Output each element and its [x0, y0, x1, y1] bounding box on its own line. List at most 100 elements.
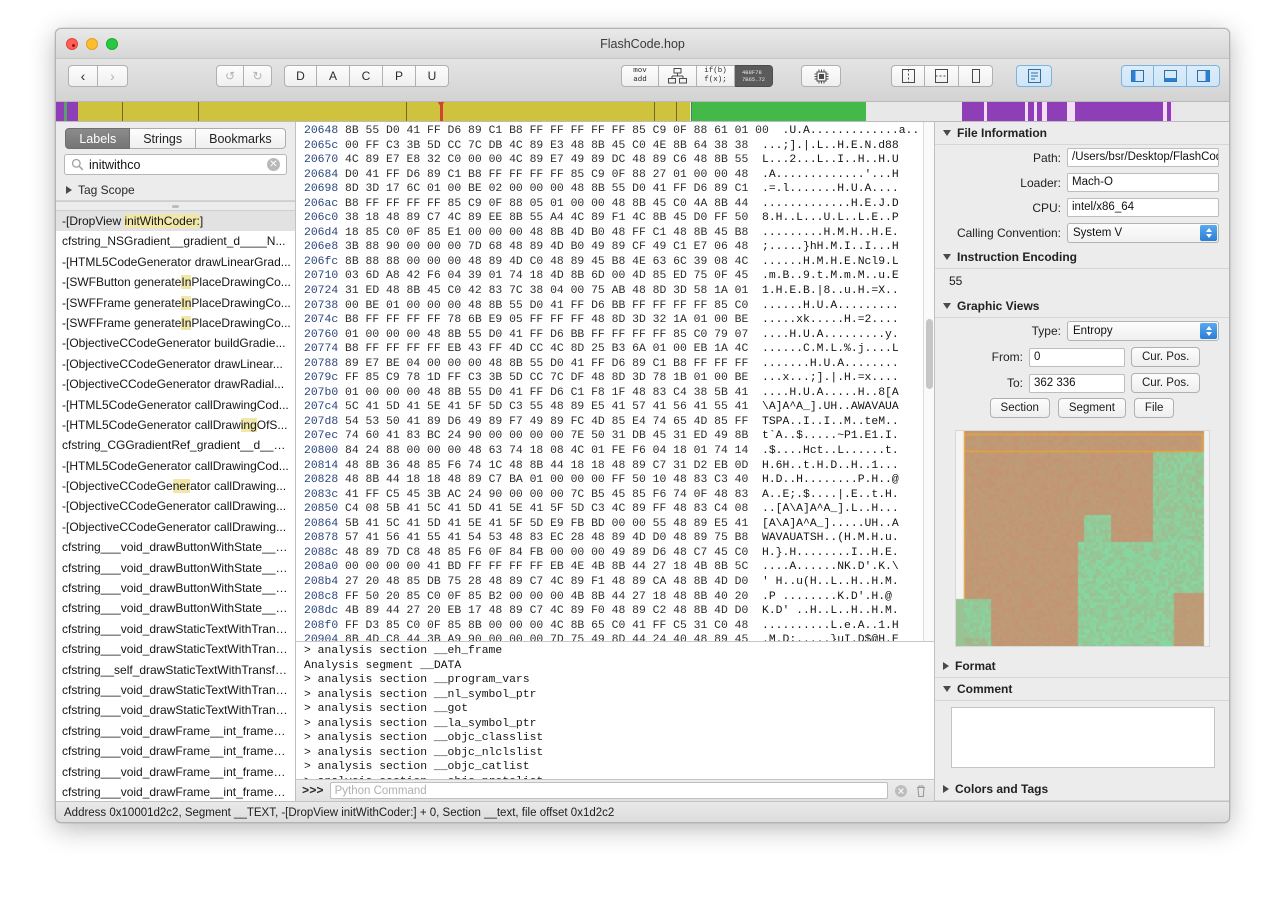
- to-cur-pos-button[interactable]: Cur. Pos.: [1131, 373, 1201, 393]
- list-item[interactable]: -[HTML5CodeGenerator drawLinearGrad...: [56, 252, 295, 272]
- cpu-button[interactable]: [801, 65, 841, 87]
- comment-header[interactable]: Comment: [935, 678, 1229, 702]
- undo-icon[interactable]: ↺: [216, 65, 244, 87]
- hex-row[interactable]: 208a0 00 00 00 00 41 BD FF FF FF FF EB 4…: [304, 560, 934, 575]
- list-item[interactable]: cfstring___void_drawButtonWithState__N..…: [56, 558, 295, 578]
- hex-row[interactable]: 206d4 18 85 C0 0F 85 E1 00 00 00 48 8B 4…: [304, 226, 934, 241]
- strip-segment[interactable]: [67, 102, 78, 121]
- list-item[interactable]: cfstring_CGGradientRef_gradient__d__C...: [56, 435, 295, 455]
- list-item[interactable]: cfstring___void_drawFrame__int_frame_wi.…: [56, 762, 295, 782]
- cpu-value[interactable]: intel/x86_64: [1067, 198, 1219, 217]
- hex-row[interactable]: 208f0 FF D3 85 C0 0F 85 8B 00 00 00 4C 8…: [304, 619, 934, 634]
- file-information-header[interactable]: File Information: [935, 122, 1229, 145]
- hex-row[interactable]: 20904 8B 4D C8 44 3B A9 90 00 00 00 7D 7…: [304, 633, 934, 641]
- clear-console-icon[interactable]: [894, 784, 908, 798]
- list-item[interactable]: -[HTML5CodeGenerator callDrawingCod...: [56, 456, 295, 476]
- view-single-icon[interactable]: [959, 65, 993, 87]
- strip-segment[interactable]: [962, 102, 984, 121]
- list-item[interactable]: -[DropView initWithCoder:]: [56, 211, 295, 232]
- hex-row[interactable]: 207d8 54 53 50 41 89 D6 49 89 F7 49 89 F…: [304, 415, 934, 430]
- hex-scrollbar[interactable]: [923, 122, 934, 641]
- label-list[interactable]: -[DropView initWithCoder:] cfstring_NSGra…: [56, 201, 295, 801]
- format-header[interactable]: Format: [935, 655, 1229, 679]
- list-item[interactable]: cfstring__self_drawStaticTextWithTransfo…: [56, 660, 295, 680]
- mode-button-procedure[interactable]: P: [383, 65, 416, 87]
- instruction-encoding-header[interactable]: Instruction Encoding: [935, 246, 1229, 269]
- mode-button-code[interactable]: C: [350, 65, 383, 87]
- loader-value[interactable]: Mach-O: [1067, 173, 1219, 192]
- graphic-views-header[interactable]: Graphic Views: [935, 295, 1229, 318]
- graphic-to-value[interactable]: 362 336: [1029, 373, 1125, 393]
- tag-scope-disclosure[interactable]: Tag Scope: [56, 180, 295, 201]
- hex-row[interactable]: 2074c B8 FF FF FF FF 78 6B E9 05 FF FF F…: [304, 313, 934, 328]
- list-item[interactable]: cfstring___void_drawButtonWithState__N..…: [56, 578, 295, 598]
- pseudocode-view-button[interactable]: if(b) f(x);: [697, 65, 735, 87]
- list-item[interactable]: cfstring___void_drawButtonWithState__N..…: [56, 537, 295, 557]
- hex-view[interactable]: 20648 8B 55 D0 41 FF D6 89 C1 B8 FF FF F…: [296, 122, 934, 642]
- hex-row[interactable]: 2079c FF 85 C9 78 1D FF C3 3B 5D CC 7C D…: [304, 371, 934, 386]
- hex-row[interactable]: 206e8 3B 88 90 00 00 00 7D 68 48 89 4D B…: [304, 240, 934, 255]
- maximize-button[interactable]: [106, 38, 118, 50]
- list-item[interactable]: -[ObjectiveCCodeGenerator callDrawing...: [56, 476, 295, 496]
- strip-segment[interactable]: [56, 102, 64, 121]
- list-item[interactable]: cfstring___void_drawStaticTextWithTrans.…: [56, 619, 295, 639]
- file-overview-strip[interactable]: [56, 102, 1229, 122]
- strip-segment[interactable]: [1174, 102, 1229, 121]
- cfg-view-button[interactable]: [659, 65, 697, 87]
- hex-row[interactable]: 208c8 FF 50 20 85 C0 0F 85 B2 00 00 00 4…: [304, 590, 934, 605]
- right-pane-toggle-icon[interactable]: [1187, 65, 1220, 87]
- mode-button-undefined[interactable]: U: [416, 65, 449, 87]
- list-item[interactable]: -[ObjectiveCCodeGenerator drawLinear...: [56, 354, 295, 374]
- minimize-button[interactable]: [86, 38, 98, 50]
- hex-row[interactable]: 20760 01 00 00 00 48 8B 55 D0 41 FF D6 B…: [304, 328, 934, 343]
- hex-view-button[interactable]: 4B8F78 7B65.72: [735, 65, 774, 87]
- hex-row[interactable]: 20850 C4 08 5B 41 5C 41 5D 41 5E 41 5F 5…: [304, 502, 934, 517]
- colors-and-tags-header[interactable]: Colors and Tags: [935, 778, 1229, 801]
- redo-icon[interactable]: ↻: [244, 65, 272, 87]
- path-value[interactable]: /Users/bsr/Desktop/FlashCode.app/: [1067, 148, 1219, 167]
- hex-row[interactable]: 2088c 48 89 7D C8 48 85 F6 0F 84 FB 00 0…: [304, 546, 934, 561]
- from-cur-pos-button[interactable]: Cur. Pos.: [1131, 347, 1201, 367]
- hex-row[interactable]: 20670 4C 89 E7 E8 32 C0 00 00 4C 89 E7 4…: [304, 153, 934, 168]
- hex-row[interactable]: 20774 B8 FF FF FF FF EB 43 FF 4D CC 4C 8…: [304, 342, 934, 357]
- command-field[interactable]: [329, 782, 888, 799]
- entropy-graphic[interactable]: [955, 430, 1210, 648]
- comment-textarea[interactable]: [951, 707, 1215, 768]
- hex-row[interactable]: 206c0 38 18 48 89 C7 4C 89 EE 8B 55 A4 4…: [304, 211, 934, 226]
- strip-segment[interactable]: [692, 102, 866, 121]
- view-split-horizontal-icon[interactable]: [925, 65, 959, 87]
- list-item[interactable]: cfstring___void_drawFrame__int_frame_wi.…: [56, 741, 295, 761]
- hex-row[interactable]: 206fc 8B 88 88 00 00 00 48 89 4D C0 48 8…: [304, 255, 934, 270]
- hex-row[interactable]: 20710 03 6D A8 42 F6 04 39 01 74 18 4D 8…: [304, 269, 934, 284]
- list-item[interactable]: -[ObjectiveCCodeGenerator callDrawing...: [56, 517, 295, 537]
- search-input[interactable]: [84, 157, 267, 172]
- view-split-vertical-icon[interactable]: [891, 65, 925, 87]
- list-resize-grip[interactable]: [56, 202, 295, 211]
- tab-bookmarks[interactable]: Bookmarks: [196, 128, 286, 149]
- hex-row[interactable]: 20788 89 E7 BE 04 00 00 00 48 8B 55 D0 4…: [304, 357, 934, 372]
- list-item[interactable]: -[ObjectiveCCodeGenerator buildGradie...: [56, 333, 295, 353]
- list-item[interactable]: -[SWFButton generateInPlaceDrawingCo...: [56, 272, 295, 292]
- hex-row[interactable]: 2065c 00 FF C3 3B 5D CC 7C DB 4C 89 E3 4…: [304, 139, 934, 154]
- graphic-type-select[interactable]: Entropy: [1067, 321, 1219, 341]
- forward-button[interactable]: ›: [98, 65, 128, 87]
- bottom-pane-toggle-icon[interactable]: [1154, 65, 1187, 87]
- hex-row[interactable]: 207b0 01 00 00 00 48 8B 55 D0 41 FF D6 C…: [304, 386, 934, 401]
- scope-section-button[interactable]: Section: [989, 398, 1050, 418]
- list-item[interactable]: -[HTML5CodeGenerator callDrawingOfS...: [56, 415, 295, 435]
- strip-segment[interactable]: [1067, 102, 1075, 121]
- left-pane-toggle-icon[interactable]: [1121, 65, 1154, 87]
- back-button[interactable]: ‹: [68, 65, 98, 87]
- mode-button-ascii[interactable]: A: [317, 65, 350, 87]
- hex-row[interactable]: 20698 8D 3D 17 6C 01 00 BE 02 00 00 00 4…: [304, 182, 934, 197]
- strip-segment[interactable]: [1075, 102, 1163, 121]
- list-item[interactable]: cfstring_NSGradient__gradient_d____N...: [56, 231, 295, 251]
- strip-segment[interactable]: [78, 102, 690, 121]
- close-button[interactable]: [66, 38, 78, 50]
- list-item[interactable]: -[SWFFrame generateInPlaceDrawingCo...: [56, 293, 295, 313]
- strip-segment[interactable]: [1047, 102, 1067, 121]
- graphic-from-value[interactable]: 0: [1029, 347, 1125, 367]
- list-item[interactable]: -[HTML5CodeGenerator callDrawingCod...: [56, 395, 295, 415]
- hex-row[interactable]: 20800 84 24 88 00 00 00 48 63 74 18 08 4…: [304, 444, 934, 459]
- hex-row[interactable]: 2083c 41 FF C5 45 3B AC 24 90 00 00 00 7…: [304, 488, 934, 503]
